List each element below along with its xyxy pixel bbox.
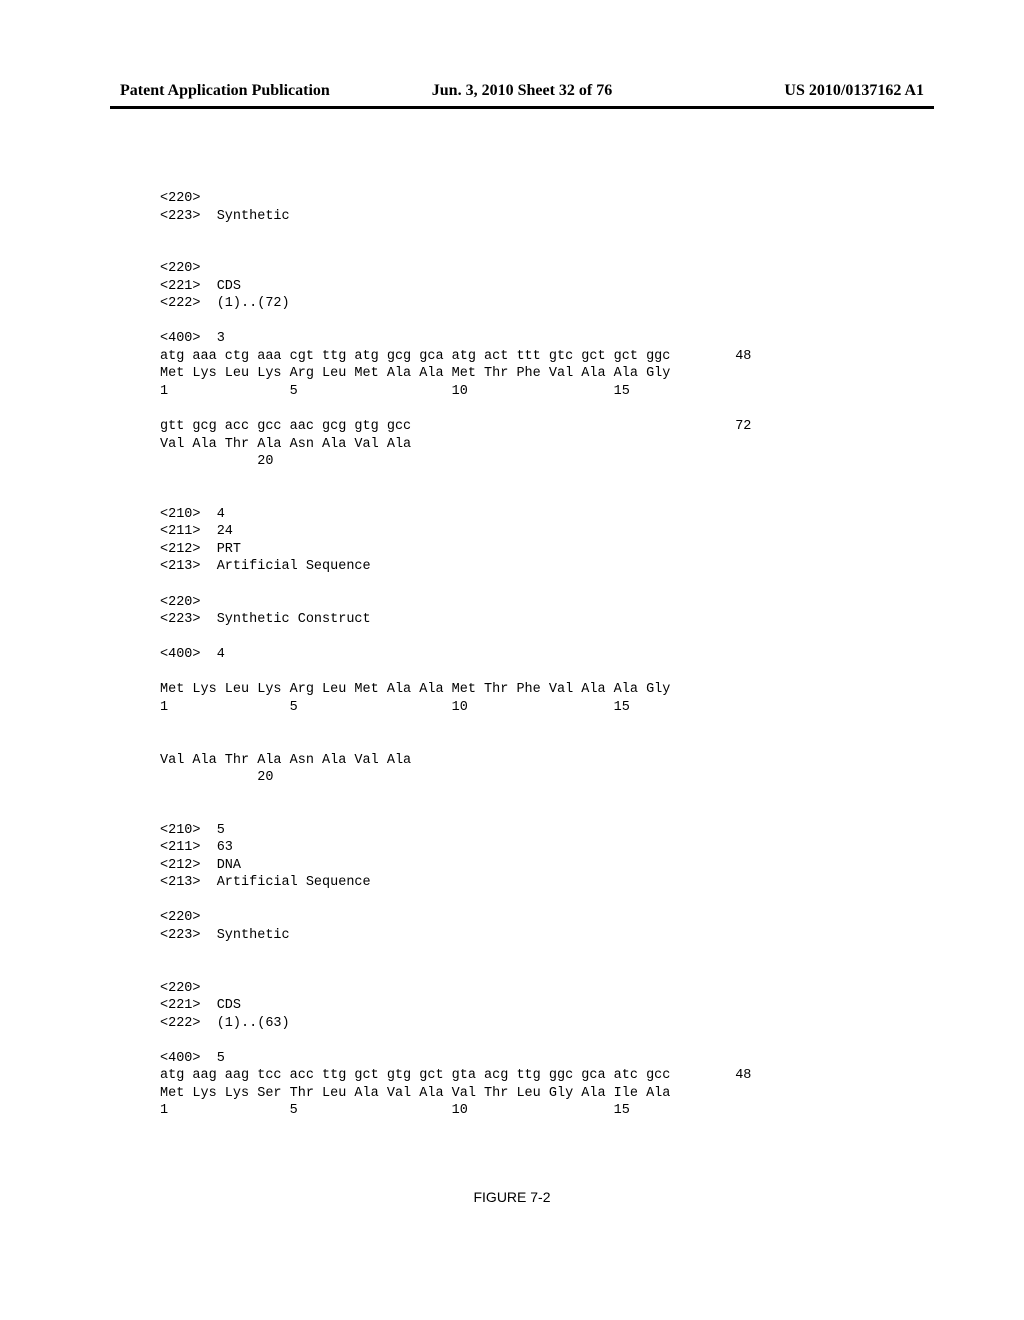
figure-label: FIGURE 7-2 [0,1189,1024,1205]
page-header: Patent Application Publication Jun. 3, 2… [120,82,924,104]
sequence-listing-content: <220> <223> Synthetic <220> <221> CDS <2… [160,190,884,1120]
header-pub-number: US 2010/0137162 A1 [656,82,924,100]
header-divider [110,106,934,109]
header-date-sheet: Jun. 3, 2010 Sheet 32 of 76 [388,82,656,100]
header-publication: Patent Application Publication [120,82,388,100]
